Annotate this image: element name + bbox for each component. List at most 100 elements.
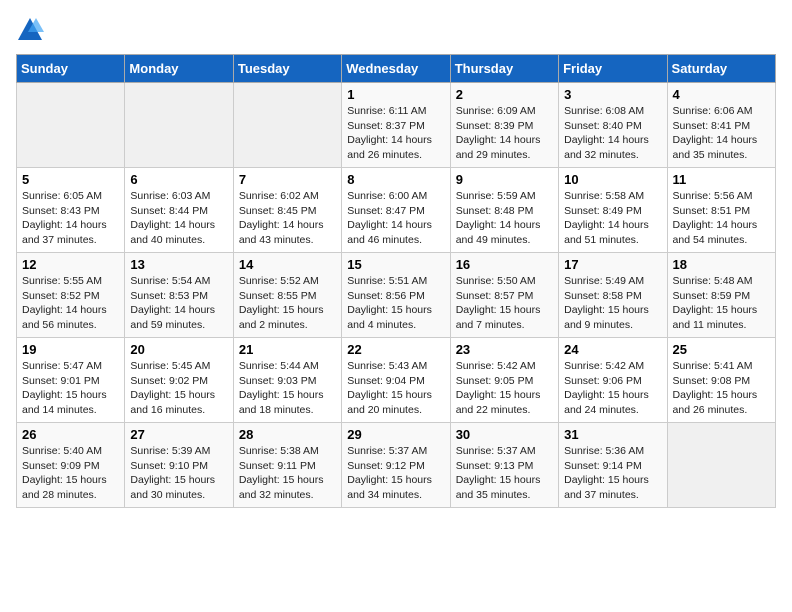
day-number: 10 [564, 172, 661, 187]
calendar-cell [233, 83, 341, 168]
day-number: 3 [564, 87, 661, 102]
calendar-cell: 2Sunrise: 6:09 AM Sunset: 8:39 PM Daylig… [450, 83, 558, 168]
calendar-cell [17, 83, 125, 168]
calendar-cell: 9 Sunrise: 5:59 AM Sunset: 8:48 PM Daylig… [450, 168, 558, 253]
calendar-cell: 29 Sunrise: 5:37 AM Sunset: 9:12 PM Dayli… [342, 423, 450, 508]
calendar-cell: 5Sunrise: 6:05 AM Sunset: 8:43 PM Daylig… [17, 168, 125, 253]
calendar-cell: 19 Sunrise: 5:47 AM Sunset: 9:01 PM Dayli… [17, 338, 125, 423]
calendar-cell: 10 Sunrise: 5:58 AM Sunset: 8:49 PM Dayli… [559, 168, 667, 253]
header-wednesday: Wednesday [342, 55, 450, 83]
day-number: 7 [239, 172, 336, 187]
day-number: 13 [130, 257, 227, 272]
day-info: Sunrise: 6:08 AM Sunset: 8:40 PM Dayligh… [564, 104, 661, 163]
calendar-cell: 15 Sunrise: 5:51 AM Sunset: 8:56 PM Dayli… [342, 253, 450, 338]
day-number: 22 [347, 342, 444, 357]
calendar-cell: 3 Sunrise: 6:08 AM Sunset: 8:40 PM Daylig… [559, 83, 667, 168]
day-number: 23 [456, 342, 553, 357]
calendar-cell: 11 Sunrise: 5:56 AM Sunset: 8:51 PM Dayli… [667, 168, 775, 253]
day-number: 6 [130, 172, 227, 187]
calendar-cell: 12Sunrise: 5:55 AM Sunset: 8:52 PM Dayli… [17, 253, 125, 338]
day-number: 19 [22, 342, 119, 357]
day-number: 12 [22, 257, 119, 272]
calendar-cell: 8 Sunrise: 6:00 AM Sunset: 8:47 PM Daylig… [342, 168, 450, 253]
day-number: 24 [564, 342, 661, 357]
calendar-cell [125, 83, 233, 168]
day-info: Sunrise: 6:11 AM Sunset: 8:37 PM Dayligh… [347, 104, 444, 163]
calendar-cell: 7 Sunrise: 6:02 AM Sunset: 8:45 PM Daylig… [233, 168, 341, 253]
day-info: Sunrise: 5:40 AM Sunset: 9:09 PM Dayligh… [22, 444, 119, 503]
day-info: Sunrise: 5:50 AM Sunset: 8:57 PM Dayligh… [456, 274, 553, 333]
day-info: Sunrise: 5:47 AM Sunset: 9:01 PM Dayligh… [22, 359, 119, 418]
day-info: Sunrise: 5:58 AM Sunset: 8:49 PM Dayligh… [564, 189, 661, 248]
calendar-cell: 31Sunrise: 5:36 AM Sunset: 9:14 PM Dayli… [559, 423, 667, 508]
calendar-cell: 20 Sunrise: 5:45 AM Sunset: 9:02 PM Dayli… [125, 338, 233, 423]
calendar-cell: 4 Sunrise: 6:06 AM Sunset: 8:41 PM Daylig… [667, 83, 775, 168]
day-number: 17 [564, 257, 661, 272]
day-number: 29 [347, 427, 444, 442]
day-number: 30 [456, 427, 553, 442]
calendar-cell: 18 Sunrise: 5:48 AM Sunset: 8:59 PM Dayli… [667, 253, 775, 338]
day-number: 21 [239, 342, 336, 357]
header-thursday: Thursday [450, 55, 558, 83]
day-number: 2 [456, 87, 553, 102]
calendar-cell: 24Sunrise: 5:42 AM Sunset: 9:06 PM Dayli… [559, 338, 667, 423]
header-monday: Monday [125, 55, 233, 83]
calendar-cell: 13 Sunrise: 5:54 AM Sunset: 8:53 PM Dayli… [125, 253, 233, 338]
calendar-cell: 22 Sunrise: 5:43 AM Sunset: 9:04 PM Dayli… [342, 338, 450, 423]
day-info: Sunrise: 6:02 AM Sunset: 8:45 PM Dayligh… [239, 189, 336, 248]
calendar-header-row: SundayMondayTuesdayWednesdayThursdayFrid… [17, 55, 776, 83]
day-info: Sunrise: 5:45 AM Sunset: 9:02 PM Dayligh… [130, 359, 227, 418]
day-info: Sunrise: 5:37 AM Sunset: 9:12 PM Dayligh… [347, 444, 444, 503]
logo [16, 16, 48, 44]
day-info: Sunrise: 5:39 AM Sunset: 9:10 PM Dayligh… [130, 444, 227, 503]
day-info: Sunrise: 5:59 AM Sunset: 8:48 PM Dayligh… [456, 189, 553, 248]
day-info: Sunrise: 5:37 AM Sunset: 9:13 PM Dayligh… [456, 444, 553, 503]
day-number: 25 [673, 342, 770, 357]
calendar-cell: 30 Sunrise: 5:37 AM Sunset: 9:13 PM Dayli… [450, 423, 558, 508]
day-number: 1 [347, 87, 444, 102]
calendar-cell: 16 Sunrise: 5:50 AM Sunset: 8:57 PM Dayli… [450, 253, 558, 338]
day-info: Sunrise: 5:49 AM Sunset: 8:58 PM Dayligh… [564, 274, 661, 333]
day-info: Sunrise: 5:54 AM Sunset: 8:53 PM Dayligh… [130, 274, 227, 333]
day-number: 31 [564, 427, 661, 442]
calendar-cell: 17 Sunrise: 5:49 AM Sunset: 8:58 PM Dayli… [559, 253, 667, 338]
week-row-3: 12Sunrise: 5:55 AM Sunset: 8:52 PM Dayli… [17, 253, 776, 338]
day-info: Sunrise: 6:03 AM Sunset: 8:44 PM Dayligh… [130, 189, 227, 248]
day-number: 9 [456, 172, 553, 187]
day-info: Sunrise: 5:41 AM Sunset: 9:08 PM Dayligh… [673, 359, 770, 418]
day-number: 27 [130, 427, 227, 442]
calendar-cell: 23Sunrise: 5:42 AM Sunset: 9:05 PM Dayli… [450, 338, 558, 423]
week-row-2: 5Sunrise: 6:05 AM Sunset: 8:43 PM Daylig… [17, 168, 776, 253]
day-info: Sunrise: 6:06 AM Sunset: 8:41 PM Dayligh… [673, 104, 770, 163]
day-number: 16 [456, 257, 553, 272]
header-tuesday: Tuesday [233, 55, 341, 83]
header-friday: Friday [559, 55, 667, 83]
day-number: 18 [673, 257, 770, 272]
day-number: 15 [347, 257, 444, 272]
day-info: Sunrise: 5:52 AM Sunset: 8:55 PM Dayligh… [239, 274, 336, 333]
day-number: 4 [673, 87, 770, 102]
day-info: Sunrise: 5:48 AM Sunset: 8:59 PM Dayligh… [673, 274, 770, 333]
day-info: Sunrise: 6:05 AM Sunset: 8:43 PM Dayligh… [22, 189, 119, 248]
day-number: 28 [239, 427, 336, 442]
day-number: 20 [130, 342, 227, 357]
calendar-cell: 25 Sunrise: 5:41 AM Sunset: 9:08 PM Dayli… [667, 338, 775, 423]
day-number: 14 [239, 257, 336, 272]
calendar-cell: 28Sunrise: 5:38 AM Sunset: 9:11 PM Dayli… [233, 423, 341, 508]
calendar-cell: 14 Sunrise: 5:52 AM Sunset: 8:55 PM Dayli… [233, 253, 341, 338]
week-row-1: 1 Sunrise: 6:11 AM Sunset: 8:37 PM Daylig… [17, 83, 776, 168]
header-saturday: Saturday [667, 55, 775, 83]
day-number: 11 [673, 172, 770, 187]
calendar-cell: 6 Sunrise: 6:03 AM Sunset: 8:44 PM Daylig… [125, 168, 233, 253]
logo-icon [16, 16, 44, 44]
week-row-5: 26Sunrise: 5:40 AM Sunset: 9:09 PM Dayli… [17, 423, 776, 508]
calendar-cell [667, 423, 775, 508]
day-info: Sunrise: 5:56 AM Sunset: 8:51 PM Dayligh… [673, 189, 770, 248]
day-number: 8 [347, 172, 444, 187]
day-info: Sunrise: 5:43 AM Sunset: 9:04 PM Dayligh… [347, 359, 444, 418]
header-sunday: Sunday [17, 55, 125, 83]
day-info: Sunrise: 6:00 AM Sunset: 8:47 PM Dayligh… [347, 189, 444, 248]
calendar-table: SundayMondayTuesdayWednesdayThursdayFrid… [16, 54, 776, 508]
calendar-cell: 26Sunrise: 5:40 AM Sunset: 9:09 PM Dayli… [17, 423, 125, 508]
day-info: Sunrise: 5:51 AM Sunset: 8:56 PM Dayligh… [347, 274, 444, 333]
